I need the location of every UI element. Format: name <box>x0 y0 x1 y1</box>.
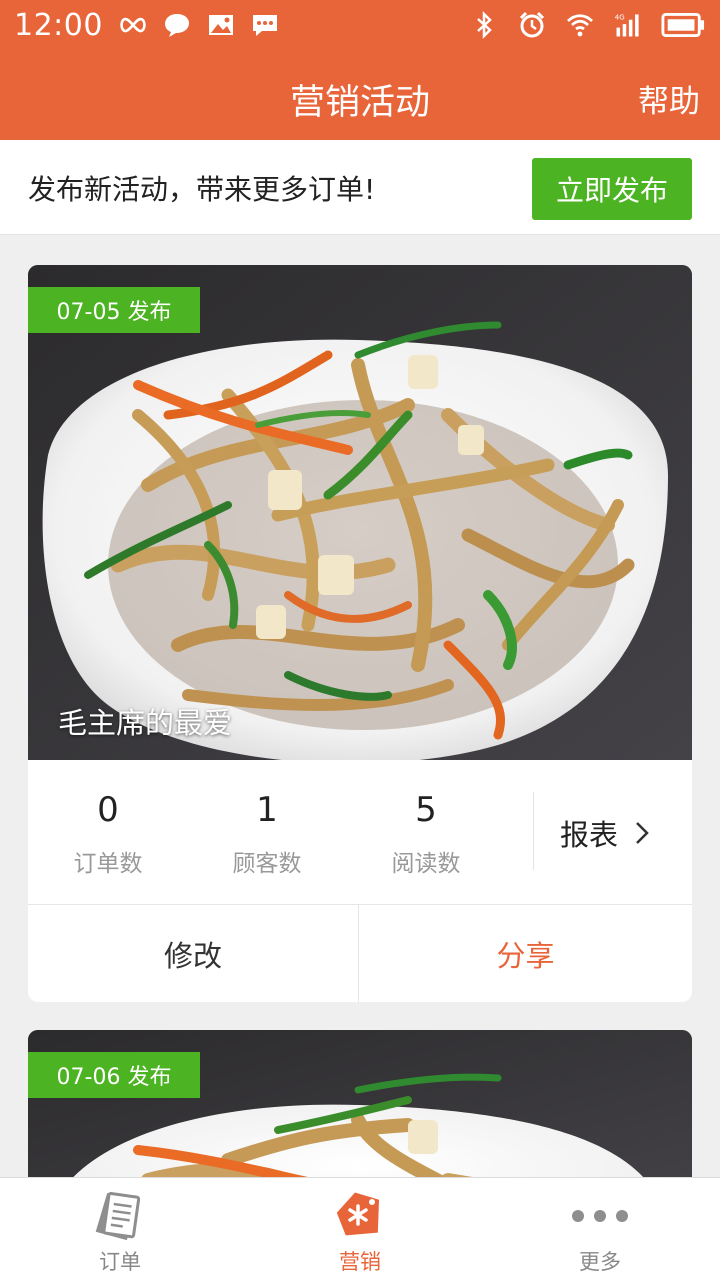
publish-banner: 发布新活动，带来更多订单! 立即发布 <box>0 140 720 235</box>
tag-icon <box>336 1192 380 1235</box>
status-bar: 12:00 4G <box>0 0 720 50</box>
stat-label: 订单数 <box>73 851 143 877</box>
nav-label: 订单 <box>99 1250 141 1274</box>
infinity-icon <box>117 9 149 41</box>
stat-reads: 5 阅读数 <box>351 760 501 905</box>
campaign-card[interactable]: 07-05 发布 毛主席的最爱 0 订单数 1 顾客数 5 阅读数 报表 修改 … <box>28 265 692 1002</box>
stat-value: 5 <box>415 790 437 830</box>
signal-4g-icon: 4G <box>612 9 644 41</box>
campaign-photo[interactable]: 07-05 发布 毛主席的最爱 <box>28 265 692 760</box>
status-time: 12:00 <box>14 7 103 43</box>
network-label: 4G <box>615 13 625 22</box>
help-button[interactable]: 帮助 <box>638 76 700 121</box>
stat-label: 阅读数 <box>391 851 461 877</box>
app-header: 营销活动 帮助 <box>0 50 720 140</box>
publish-now-button[interactable]: 立即发布 <box>532 158 692 220</box>
publish-date-tag: 07-06 发布 <box>28 1052 200 1098</box>
campaign-stats: 0 订单数 1 顾客数 5 阅读数 报表 <box>28 760 692 905</box>
edit-button[interactable]: 修改 <box>28 905 358 1002</box>
publish-prompt: 发布新活动，带来更多订单! <box>28 173 376 206</box>
page-title: 营销活动 <box>289 83 430 123</box>
nav-item-marketing[interactable]: 营销 <box>240 1178 480 1280</box>
nav-label: 更多 <box>579 1250 621 1274</box>
report-link[interactable]: 报表 <box>560 812 652 854</box>
battery-icon <box>660 9 706 41</box>
stat-value: 1 <box>256 790 278 830</box>
campaign-actions: 修改 分享 <box>28 905 692 1002</box>
food-image <box>28 265 692 760</box>
report-label: 报表 <box>560 818 619 852</box>
message-icon <box>249 9 281 41</box>
more-dots-icon <box>572 1209 628 1222</box>
wifi-icon <box>564 9 596 41</box>
chevron-right-icon <box>636 822 649 844</box>
stat-customers: 1 顾客数 <box>192 760 342 905</box>
campaign-title: 毛主席的最爱 <box>58 706 233 740</box>
bluetooth-icon <box>468 9 500 41</box>
nav-item-orders[interactable]: 订单 <box>0 1178 240 1280</box>
stat-orders: 0 订单数 <box>33 760 183 905</box>
divider <box>533 792 534 870</box>
image-icon <box>205 9 237 41</box>
stat-label: 顾客数 <box>232 851 302 877</box>
share-button[interactable]: 分享 <box>359 905 692 1002</box>
receipt-icon <box>95 1191 141 1240</box>
chat-bubble-icon <box>161 9 193 41</box>
stat-value: 0 <box>97 790 119 830</box>
nav-label: 营销 <box>339 1250 381 1274</box>
nav-item-more[interactable]: 更多 <box>480 1178 720 1280</box>
publish-date-tag: 07-05 发布 <box>28 287 200 333</box>
bottom-nav: 订单 营销 更多 <box>0 1177 720 1280</box>
alarm-icon <box>516 9 548 41</box>
